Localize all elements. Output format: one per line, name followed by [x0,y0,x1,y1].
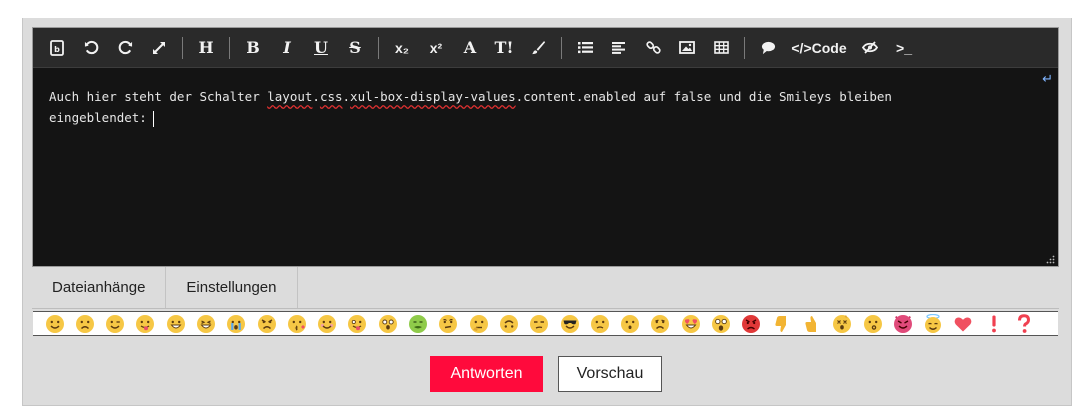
upside-down-smiley-icon[interactable] [497,312,520,335]
wink-smiley-icon[interactable] [104,312,127,335]
devil-smiley-icon[interactable] [891,312,914,335]
content-text: . [312,89,320,104]
text-size-button[interactable]: T! [493,35,515,61]
superscript-button[interactable]: x² [425,35,447,61]
svg-text:b: b [54,45,60,54]
cool-smiley-icon[interactable] [558,312,581,335]
angel-smiley-icon[interactable] [922,312,945,335]
smile-smiley-icon[interactable] [43,312,66,335]
tab-settings[interactable]: Einstellungen [166,267,298,308]
image-icon[interactable] [676,35,698,61]
angry-smiley-icon[interactable] [255,312,278,335]
toolbar-separator [561,36,562,59]
code-editor[interactable]: b H B I U S x₂ x² A T! </>Code >_ ↵ Auch… [32,27,1059,267]
text-cursor [152,110,154,127]
misspelled-word: xul-box-display-values [350,89,516,104]
toolbar-separator [182,36,183,59]
dizzy-smiley-icon[interactable] [831,312,854,335]
list-icon[interactable] [574,35,596,61]
content-text: eingeblendet: [49,110,147,125]
surprised-smiley-icon[interactable] [376,312,399,335]
content-text: Auch hier steht der Schalter [49,89,268,104]
grin-smiley-icon[interactable] [164,312,187,335]
confused-smiley-icon[interactable] [437,312,460,335]
toolbar-separator [744,36,745,59]
question-smiley-icon[interactable] [1013,312,1036,335]
silly-smiley-icon[interactable] [346,312,369,335]
content-text: .content.enabled auf false und die Smile… [515,89,892,104]
subscript-button[interactable]: x₂ [391,35,413,61]
terminal-button[interactable]: >_ [893,35,915,61]
tab-attachments[interactable]: Dateianhänge [32,267,167,308]
exclamation-smiley-icon[interactable] [982,312,1005,335]
thinking-smiley-icon[interactable] [467,312,490,335]
spoiler-icon[interactable] [859,35,881,61]
underline-button[interactable]: U [310,35,332,61]
sick-smiley-icon[interactable] [407,312,430,335]
misspelled-word: css [319,89,343,104]
content-text: . [342,89,351,104]
resize-handle-icon[interactable] [1046,255,1055,264]
fullscreen-icon[interactable] [148,35,170,61]
heading-button[interactable]: H [195,35,217,61]
toolbar-separator [229,36,230,59]
unamused-smiley-icon[interactable] [528,312,551,335]
mad-smiley-icon[interactable] [740,312,763,335]
bold-button[interactable]: B [242,35,264,61]
code-button[interactable]: </>Code [791,35,847,61]
whistle-smiley-icon[interactable] [861,312,884,335]
link-icon[interactable] [642,35,664,61]
thumbs-down-smiley-icon[interactable] [770,312,793,335]
crying-smiley-icon[interactable] [225,312,248,335]
wrap-indicator-icon: ↵ [1042,72,1053,87]
worried-smiley-icon[interactable] [588,312,611,335]
tongue-smiley-icon[interactable] [134,312,157,335]
preview-button[interactable]: Vorschau [558,356,662,392]
form-buttons: Antworten Vorschau [0,355,1075,395]
redo-icon[interactable] [114,35,136,61]
sad-smiley-icon[interactable] [649,312,672,335]
smiley-bar [33,311,1058,336]
kiss-smiley-icon[interactable] [285,312,308,335]
misspelled-word: layout [267,89,313,104]
big-grin-smiley-icon[interactable] [194,312,217,335]
editor-content[interactable]: Auch hier steht der Schalter layout.css.… [49,86,1039,128]
astonished-smiley-icon[interactable] [710,312,733,335]
strikethrough-button[interactable]: S [344,35,366,61]
blush-smiley-icon[interactable] [316,312,339,335]
editor-tabs: Dateianhänge Einstellungen [32,267,1059,309]
hushed-smiley-icon[interactable] [619,312,642,335]
reply-button[interactable]: Antworten [430,356,543,392]
toolbar-separator [378,36,379,59]
thumbs-up-smiley-icon[interactable] [800,312,823,335]
font-button[interactable]: A [459,35,481,61]
frown-smiley-icon[interactable] [73,312,96,335]
heart-smiley-icon[interactable] [952,312,975,335]
quote-icon[interactable] [757,35,779,61]
source-icon[interactable]: b [46,35,68,61]
color-brush-icon[interactable] [527,35,549,61]
undo-icon[interactable] [80,35,102,61]
align-left-icon[interactable] [608,35,630,61]
table-icon[interactable] [710,35,732,61]
heart-eyes-smiley-icon[interactable] [679,312,702,335]
editor-toolbar: b H B I U S x₂ x² A T! </>Code >_ [33,28,1058,68]
italic-button[interactable]: I [276,35,298,61]
